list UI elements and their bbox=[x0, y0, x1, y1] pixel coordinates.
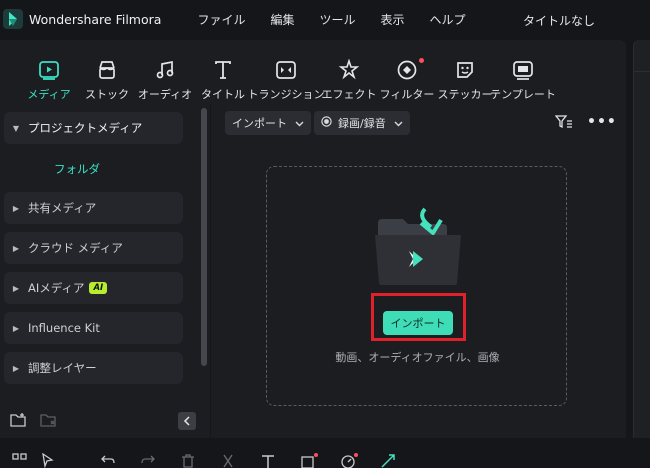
tab-stock-label: ストック bbox=[85, 88, 129, 101]
import-folder-icon bbox=[373, 207, 463, 287]
tab-sticker-label: ステッカー bbox=[437, 88, 493, 101]
preview-panel-header bbox=[634, 40, 650, 72]
sticker-icon bbox=[453, 58, 477, 82]
new-folder-icon[interactable] bbox=[10, 412, 27, 431]
split-icon[interactable] bbox=[220, 453, 236, 468]
caret-right-icon: ▶ bbox=[12, 283, 20, 293]
redo-icon[interactable] bbox=[140, 453, 156, 468]
delete-icon[interactable] bbox=[180, 453, 196, 468]
crop-icon[interactable] bbox=[300, 453, 318, 468]
highlight-annotation-box bbox=[371, 293, 466, 341]
media-library-area: インポート 録画/録音 ••• インポート 動画、オーディオファイル、画像 bbox=[211, 104, 626, 438]
collapse-sidebar-button[interactable] bbox=[178, 412, 196, 430]
ai-tool-icon[interactable] bbox=[380, 453, 396, 468]
text-tool-icon[interactable] bbox=[260, 453, 276, 468]
sidebar-item-label: クラウド メディア bbox=[28, 241, 123, 255]
stock-icon bbox=[95, 58, 119, 82]
record-dropdown-label: 録画/録音 bbox=[338, 117, 386, 130]
ai-badge: AI bbox=[89, 282, 108, 294]
tab-effect-label: エフェクト bbox=[321, 88, 377, 101]
sidebar-item-cloud-media[interactable]: ▶ クラウド メディア bbox=[4, 232, 183, 264]
tab-media[interactable]: メディア bbox=[22, 58, 76, 108]
tab-title[interactable]: タイトル bbox=[196, 58, 250, 108]
tab-media-label: メディア bbox=[27, 88, 71, 101]
select-pointer-icon[interactable] bbox=[40, 452, 56, 468]
crop-notification-dot bbox=[314, 453, 318, 457]
filmora-logo-icon bbox=[3, 9, 23, 29]
tab-template[interactable]: テンプレート bbox=[490, 58, 556, 108]
preview-panel-edge bbox=[633, 40, 650, 438]
speed-notification-dot bbox=[354, 453, 358, 457]
import-hint-text: 動画、オーディオファイル、画像 bbox=[335, 351, 500, 364]
chevron-down-icon bbox=[295, 117, 304, 130]
tab-filter[interactable]: フィルター bbox=[380, 58, 434, 108]
undo-icon[interactable] bbox=[100, 453, 116, 468]
menu-bar: ファイル 編集 ツール 表示 ヘルプ bbox=[197, 11, 490, 28]
import-dropdown-label: インポート bbox=[232, 117, 287, 130]
sidebar-item-label: プロジェクトメディア bbox=[28, 121, 143, 135]
timeline-toolbar bbox=[0, 446, 650, 468]
sidebar-item-label: AIメディア bbox=[28, 281, 85, 295]
tab-audio-label: オーディオ bbox=[137, 88, 193, 101]
sidebar-item-adjustment-layer[interactable]: ▶ 調整レイヤー bbox=[4, 352, 183, 384]
caret-right-icon: ▶ bbox=[12, 363, 20, 373]
sort-filter-icon[interactable] bbox=[554, 115, 573, 132]
document-title: タイトルなし bbox=[523, 14, 596, 28]
layout-icon[interactable] bbox=[12, 453, 28, 468]
menu-file[interactable]: ファイル bbox=[197, 11, 245, 28]
speed-icon[interactable] bbox=[340, 453, 358, 468]
filter-icon bbox=[395, 58, 419, 82]
sidebar-item-label: 共有メディア bbox=[28, 201, 97, 215]
caret-right-icon: ▶ bbox=[12, 203, 20, 213]
record-dropdown[interactable]: 録画/録音 bbox=[314, 111, 410, 135]
import-drop-zone[interactable]: インポート 動画、オーディオファイル、画像 bbox=[266, 166, 567, 406]
sidebar-scrollbar[interactable] bbox=[201, 108, 207, 366]
template-icon bbox=[511, 58, 535, 82]
chevron-down-icon bbox=[394, 117, 403, 130]
title-bar: Wondershare Filmora ファイル 編集 ツール 表示 ヘルプ タ… bbox=[0, 0, 650, 38]
caret-down-icon: ▼ bbox=[12, 123, 20, 133]
sidebar-item-influence-kit[interactable]: ▶ Influence Kit bbox=[4, 312, 183, 344]
sidebar-item-shared-media[interactable]: ▶ 共有メディア bbox=[4, 192, 183, 224]
tab-effect[interactable]: エフェクト bbox=[321, 58, 377, 108]
tab-title-label: タイトル bbox=[201, 88, 245, 101]
menu-edit[interactable]: 編集 bbox=[270, 11, 294, 28]
remove-folder-icon[interactable] bbox=[40, 412, 57, 431]
tab-filter-label: フィルター bbox=[379, 88, 435, 101]
media-panel: メディア ストック オーディオ タイトル トランジション エフェクト フィルター… bbox=[0, 40, 626, 438]
sidebar-item-project-media[interactable]: ▼ プロジェクトメディア bbox=[4, 112, 183, 144]
tab-sticker[interactable]: ステッカー bbox=[437, 58, 493, 108]
caret-right-icon: ▶ bbox=[12, 323, 20, 333]
menu-help[interactable]: ヘルプ bbox=[430, 11, 466, 28]
sidebar-item-label: 調整レイヤー bbox=[28, 361, 97, 375]
caret-right-icon: ▶ bbox=[12, 243, 20, 253]
tab-audio[interactable]: オーディオ bbox=[138, 58, 192, 108]
tab-transition-label: トランジション bbox=[247, 88, 325, 101]
tab-stock[interactable]: ストック bbox=[80, 58, 134, 108]
media-tabs: メディア ストック オーディオ タイトル トランジション エフェクト フィルター… bbox=[22, 58, 556, 108]
transition-icon bbox=[274, 58, 298, 82]
import-dropdown[interactable]: インポート bbox=[225, 111, 311, 135]
audio-icon bbox=[153, 58, 177, 82]
sidebar-item-label: Influence Kit bbox=[28, 321, 100, 335]
sidebar-item-ai-media[interactable]: ▶ AIメディア AI bbox=[4, 272, 183, 304]
title-icon bbox=[211, 58, 235, 82]
filter-notification-dot bbox=[419, 58, 424, 63]
effect-icon bbox=[337, 58, 361, 82]
media-sidebar: ▼ プロジェクトメディア フォルダ ▶ 共有メディア ▶ クラウド メディア ▶… bbox=[0, 104, 210, 438]
chevron-left-icon bbox=[183, 416, 190, 426]
sidebar-footer bbox=[0, 404, 210, 438]
record-icon bbox=[321, 116, 332, 130]
media-icon bbox=[37, 58, 61, 82]
menu-tools[interactable]: ツール bbox=[319, 11, 355, 28]
more-options-icon[interactable]: ••• bbox=[587, 114, 617, 130]
tab-template-label: テンプレート bbox=[490, 88, 556, 101]
app-name: Wondershare Filmora bbox=[29, 11, 162, 27]
sidebar-item-folder[interactable]: フォルダ bbox=[54, 161, 100, 177]
menu-view[interactable]: 表示 bbox=[380, 11, 404, 28]
tab-transition[interactable]: トランジション bbox=[248, 58, 325, 108]
